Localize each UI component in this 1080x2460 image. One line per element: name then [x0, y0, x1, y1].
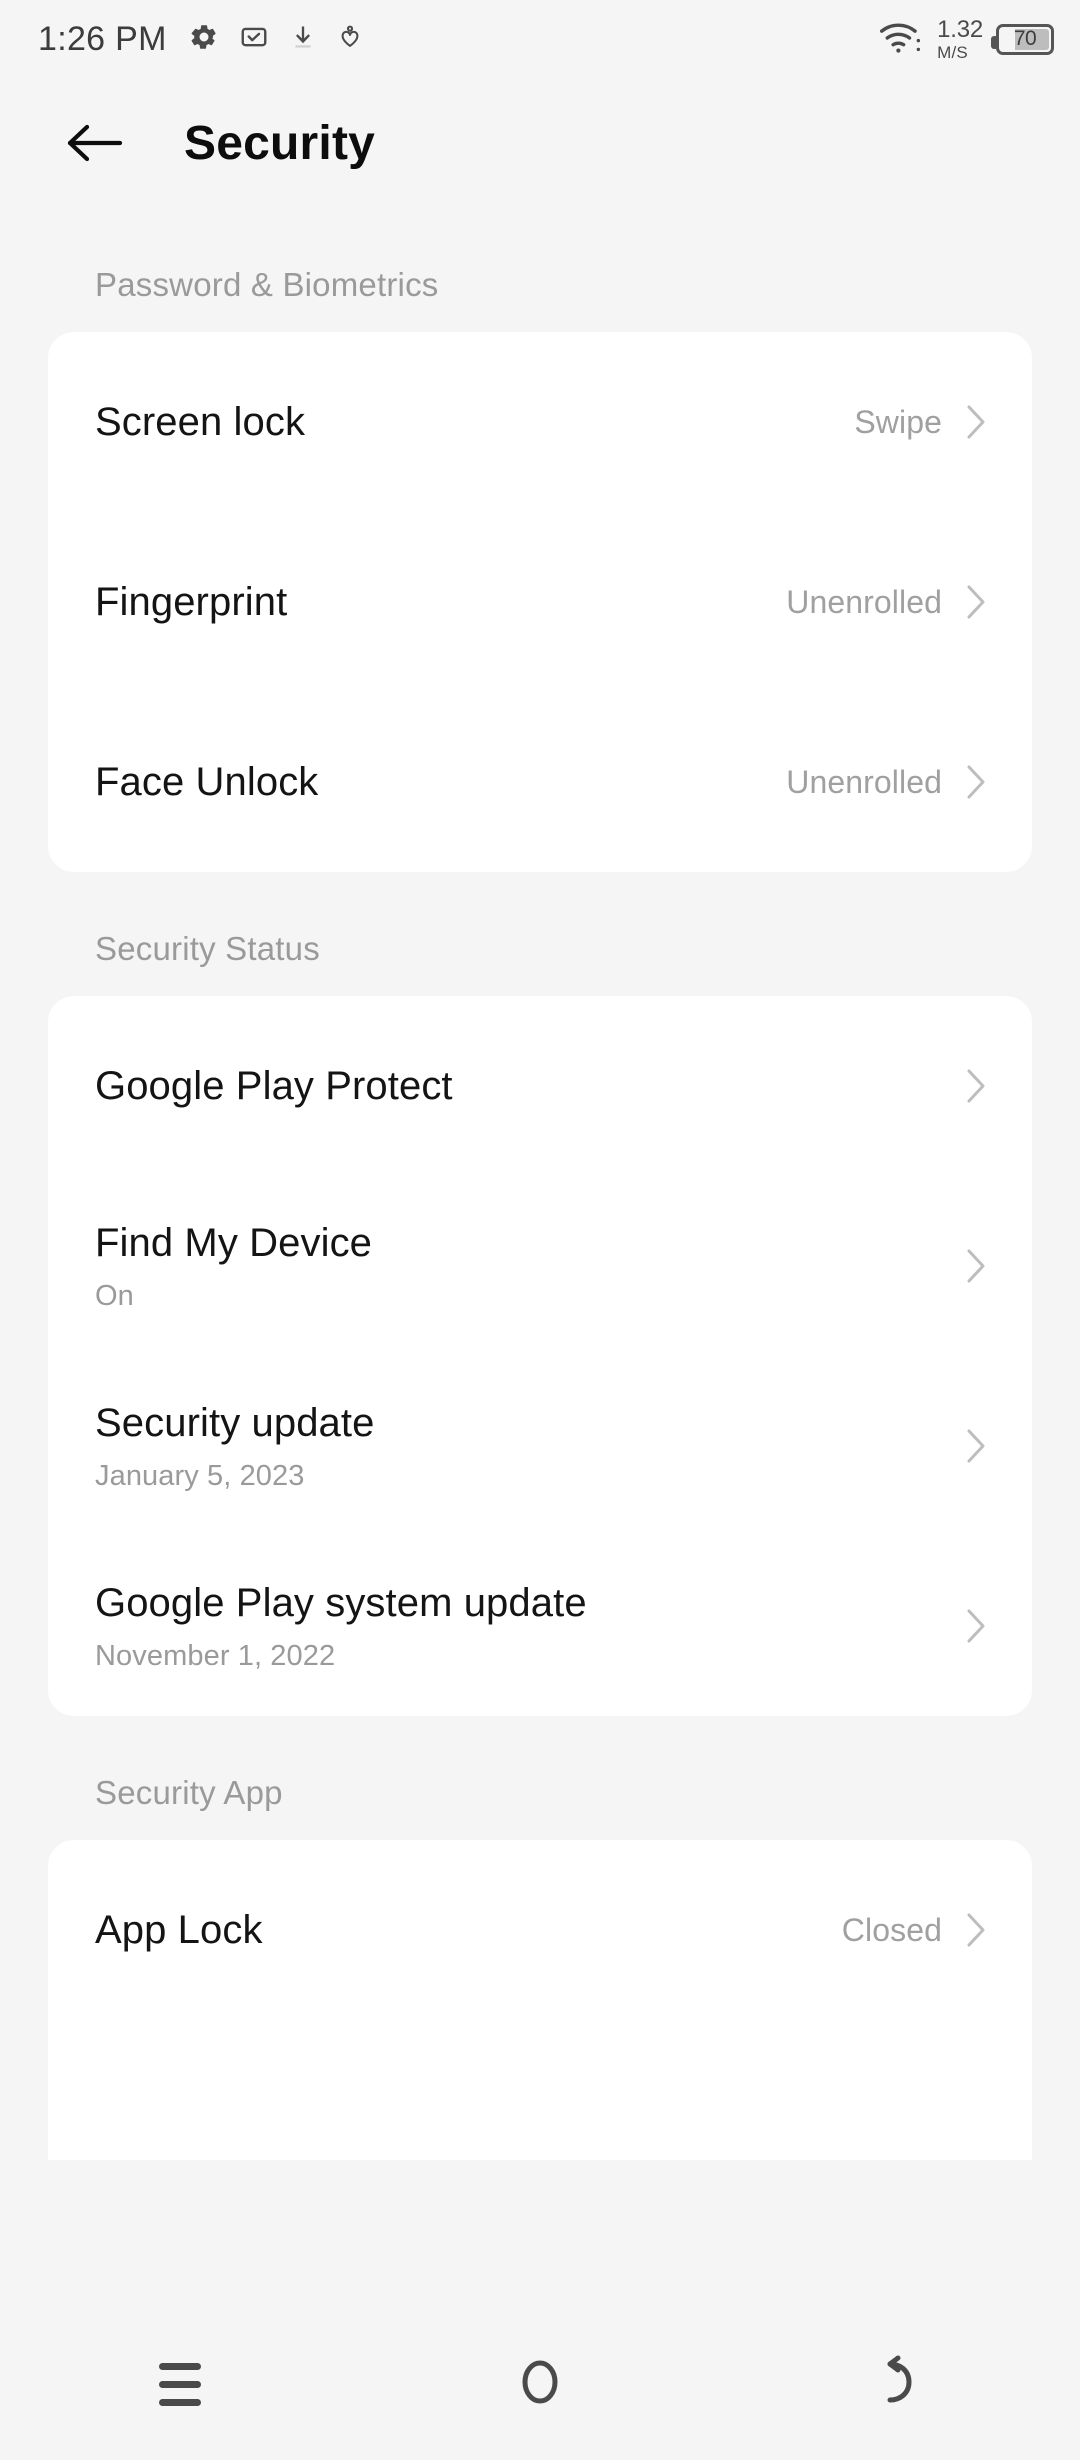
nav-recents-button[interactable] — [110, 2334, 250, 2434]
chevron-right-icon — [966, 1428, 986, 1464]
chevron-right-icon — [966, 1068, 986, 1104]
menu-icon — [159, 2362, 201, 2406]
chevron-right-icon — [966, 1248, 986, 1284]
row-texts: Screen lock — [95, 399, 854, 445]
settings-row-google-play-system-update[interactable]: Google Play system update November 1, 20… — [48, 1536, 1032, 1716]
security-settings-screen: 1:26 PM 1.32 M/S 70 Security Password & … — [0, 0, 1080, 2460]
row-subtitle: January 5, 2023 — [95, 1459, 305, 1492]
back-arrow-icon[interactable] — [64, 120, 126, 166]
wifi-icon — [878, 19, 924, 60]
status-bar-clock: 1:26 PM — [38, 19, 167, 58]
mail-check-icon — [239, 22, 269, 57]
battery-icon: 70 — [991, 23, 1054, 55]
row-title: Screen lock — [95, 400, 306, 444]
row-texts: Face Unlock — [95, 759, 786, 805]
chevron-right-icon — [966, 1912, 986, 1948]
download-icon — [289, 22, 317, 57]
section-label: Security App — [95, 1774, 283, 1811]
back-curved-icon — [874, 2354, 926, 2415]
system-navigation-bar — [0, 2308, 1080, 2460]
network-speed-value: 1.32 — [937, 15, 983, 43]
row-title: Google Play Protect — [95, 1064, 453, 1108]
settings-row-face-unlock[interactable]: Face Unlock Unenrolled — [48, 692, 1032, 872]
settings-row-fingerprint[interactable]: Fingerprint Unenrolled — [48, 512, 1032, 692]
settings-row-find-my-device[interactable]: Find My Device On — [48, 1176, 1032, 1356]
chevron-right-icon — [966, 1608, 986, 1644]
gear-icon — [189, 22, 219, 57]
network-speed-unit: M/S — [937, 42, 968, 62]
row-texts: Fingerprint — [95, 579, 786, 625]
battery-level-label: 70 — [1013, 27, 1037, 50]
settings-card: App Lock Closed — [48, 1840, 1032, 2160]
row-title: Security update — [95, 1400, 375, 1445]
chevron-right-icon — [966, 764, 986, 800]
row-texts: Find My Device On — [95, 1220, 966, 1313]
row-value: Closed — [841, 1911, 942, 1948]
network-speed-indicator: 1.32 M/S — [937, 15, 983, 62]
chevron-right-icon — [966, 584, 986, 620]
settings-row-screen-lock[interactable]: Screen lock Swipe — [48, 332, 1032, 512]
section-security-status: Security Status Google Play Protect Find… — [0, 872, 1080, 1716]
heart-health-icon — [337, 22, 363, 57]
page-title: Security — [184, 116, 376, 170]
home-circle-icon — [517, 2354, 563, 2415]
row-texts: Google Play system update November 1, 20… — [95, 1580, 966, 1673]
status-bar: 1:26 PM 1.32 M/S 70 — [0, 0, 1080, 78]
settings-row-google-play-protect[interactable]: Google Play Protect — [48, 996, 1032, 1176]
row-title: Face Unlock — [95, 760, 319, 804]
settings-row-security-update[interactable]: Security update January 5, 2023 — [48, 1356, 1032, 1536]
settings-card: Screen lock Swipe Fingerprint Unenrolled — [48, 332, 1032, 872]
section-security-app: Security App App Lock Closed — [0, 1716, 1080, 2160]
section-password-biometrics: Password & Biometrics Screen lock Swipe … — [0, 208, 1080, 872]
status-bar-system-icons: 1.32 M/S 70 — [878, 15, 1054, 62]
row-title: App Lock — [95, 1908, 263, 1952]
settings-row-app-lock[interactable]: App Lock Closed — [48, 1840, 1032, 2020]
section-label: Security Status — [95, 930, 320, 967]
settings-row-partial[interactable] — [48, 2020, 1032, 2160]
row-title: Google Play system update — [95, 1580, 587, 1625]
row-value: Swipe — [854, 403, 942, 440]
row-value: Unenrolled — [786, 763, 942, 800]
page-header: Security — [0, 78, 1080, 208]
nav-home-button[interactable] — [470, 2334, 610, 2434]
row-subtitle: On — [95, 1279, 134, 1312]
section-label: Password & Biometrics — [95, 266, 439, 303]
row-subtitle: November 1, 2022 — [95, 1639, 336, 1672]
row-texts: Google Play Protect — [95, 1063, 966, 1109]
status-bar-notification-icons — [189, 22, 363, 57]
settings-card: Google Play Protect Find My Device On Se… — [48, 996, 1032, 1716]
nav-back-button[interactable] — [830, 2334, 970, 2434]
row-texts: App Lock — [95, 1907, 842, 1953]
settings-list: Password & Biometrics Screen lock Swipe … — [0, 208, 1080, 2160]
row-title: Find My Device — [95, 1220, 373, 1265]
chevron-right-icon — [966, 404, 986, 440]
row-title: Fingerprint — [95, 580, 288, 624]
row-value: Unenrolled — [786, 583, 942, 620]
row-texts: Security update January 5, 2023 — [95, 1400, 966, 1493]
